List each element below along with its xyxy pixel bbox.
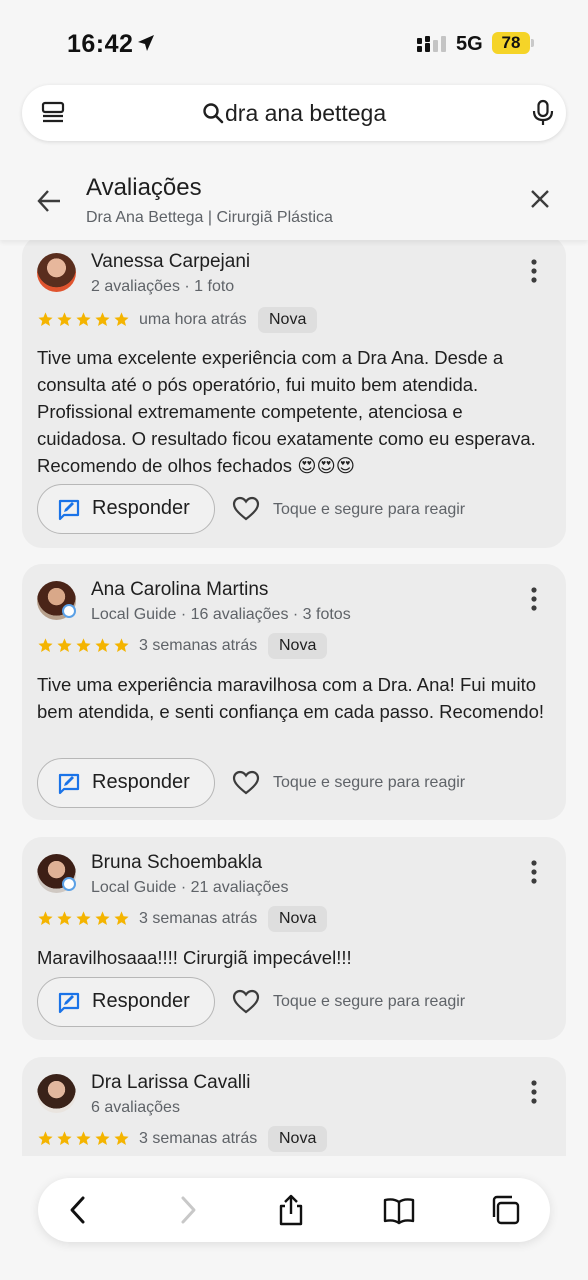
new-badge: Nova (258, 307, 318, 333)
review-text: Tive uma excelente experiência com a Dra… (37, 347, 536, 476)
reviewer-meta: Local Guide · 21 avaliações (91, 879, 289, 896)
heart-icon[interactable] (232, 989, 260, 1015)
status-bar: 16:42 5G 78 (0, 0, 588, 88)
signal-icon (417, 36, 446, 52)
avatar[interactable] (37, 253, 76, 292)
star-icon (57, 1131, 72, 1146)
local-guide-badge (62, 604, 76, 618)
star-icon (95, 638, 110, 653)
more-options-icon[interactable] (526, 859, 542, 885)
star-icon (114, 312, 129, 327)
battery-icon: 78 (492, 32, 530, 54)
close-icon[interactable] (528, 187, 552, 211)
star-icon (76, 312, 91, 327)
more-options-icon[interactable] (526, 1079, 542, 1105)
review-card: Bruna Schoembakla Local Guide · 21 avali… (22, 837, 566, 1040)
star-rating (37, 910, 130, 927)
reply-icon (58, 499, 80, 521)
forward-icon[interactable] (171, 1194, 203, 1226)
mic-icon[interactable] (530, 99, 556, 127)
review-text: Tive uma experiência maravilhosa com a D… (37, 674, 545, 722)
back-icon[interactable] (63, 1194, 95, 1226)
avatar[interactable] (37, 1074, 76, 1113)
reply-label: Responder (92, 497, 190, 519)
search-input[interactable]: dra ana bettega (225, 100, 386, 127)
star-icon (38, 911, 53, 926)
react-hint: Toque e segure para reagir (273, 993, 466, 1010)
star-icon (76, 911, 91, 926)
tabs-icon[interactable] (489, 1194, 521, 1226)
star-icon (76, 1131, 91, 1146)
review-card: Ana Carolina Martins Local Guide · 16 av… (22, 564, 566, 820)
new-badge: Nova (268, 633, 328, 659)
local-guide-badge (62, 877, 76, 891)
reply-icon (58, 773, 80, 795)
new-badge: Nova (268, 1126, 328, 1152)
star-icon (38, 1131, 53, 1146)
reviewer-name[interactable]: Bruna Schoembakla (91, 852, 262, 874)
search-bar[interactable]: dra ana bettega (22, 85, 566, 141)
battery-tip (531, 39, 534, 47)
star-icon (38, 312, 53, 327)
reviewer-meta: Local Guide · 16 avaliações · 3 fotos (91, 606, 351, 623)
star-icon (76, 638, 91, 653)
reviews-header: Avaliações Dra Ana Bettega | Cirurgiã Pl… (0, 158, 588, 240)
more-options-icon[interactable] (526, 258, 542, 284)
star-icon (57, 638, 72, 653)
search-icon (203, 103, 224, 124)
star-icon (95, 911, 110, 926)
star-rating (37, 311, 130, 328)
reviewer-meta: 2 avaliações · 1 foto (91, 278, 235, 295)
page-title: Avaliações (86, 174, 202, 201)
new-badge: Nova (268, 906, 328, 932)
review-time: uma hora atrás (139, 311, 247, 328)
star-icon (38, 638, 53, 653)
review-time: 3 semanas atrás (139, 1130, 258, 1147)
review-text: Maravilhosaaa!!!! Cirurgiã impecável!!! (37, 947, 352, 968)
star-rating (37, 637, 130, 654)
reply-button[interactable]: Responder (37, 977, 215, 1027)
review-time: 3 semanas atrás (139, 910, 258, 927)
more-options-icon[interactable] (526, 586, 542, 612)
reply-button[interactable]: Responder (37, 484, 215, 534)
react-hint: Toque e segure para reagir (273, 501, 466, 518)
network-type: 5G (456, 33, 483, 55)
star-icon (114, 638, 129, 653)
reviewer-name[interactable]: Dra Larissa Cavalli (91, 1072, 250, 1094)
reply-button[interactable]: Responder (37, 758, 215, 808)
star-icon (114, 1131, 129, 1146)
menu-icon[interactable] (40, 100, 66, 126)
reviewer-meta: 6 avaliações (91, 1099, 180, 1116)
star-icon (57, 312, 72, 327)
heart-icon[interactable] (232, 496, 260, 522)
heart-icon[interactable] (232, 770, 260, 796)
location-arrow-icon (138, 35, 154, 51)
react-hint: Toque e segure para reagir (273, 774, 466, 791)
reply-label: Responder (92, 771, 190, 793)
review-card: Vanessa Carpejani 2 avaliações · 1 foto … (22, 236, 566, 548)
share-icon[interactable] (275, 1194, 307, 1226)
status-time: 16:42 (67, 30, 134, 58)
star-icon (114, 911, 129, 926)
review-time: 3 semanas atrás (139, 637, 258, 654)
reviewer-name[interactable]: Ana Carolina Martins (91, 579, 268, 601)
star-icon (57, 911, 72, 926)
star-rating (37, 1130, 130, 1147)
browser-toolbar (38, 1178, 550, 1242)
reply-label: Responder (92, 990, 190, 1012)
reviewer-name[interactable]: Vanessa Carpejani (91, 251, 250, 273)
reply-icon (58, 992, 80, 1014)
bookmarks-icon[interactable] (383, 1194, 415, 1226)
back-arrow-icon[interactable] (36, 188, 62, 214)
star-icon (95, 1131, 110, 1146)
star-icon (95, 312, 110, 327)
page-subtitle: Dra Ana Bettega | Cirurgiã Plástica (86, 209, 333, 226)
